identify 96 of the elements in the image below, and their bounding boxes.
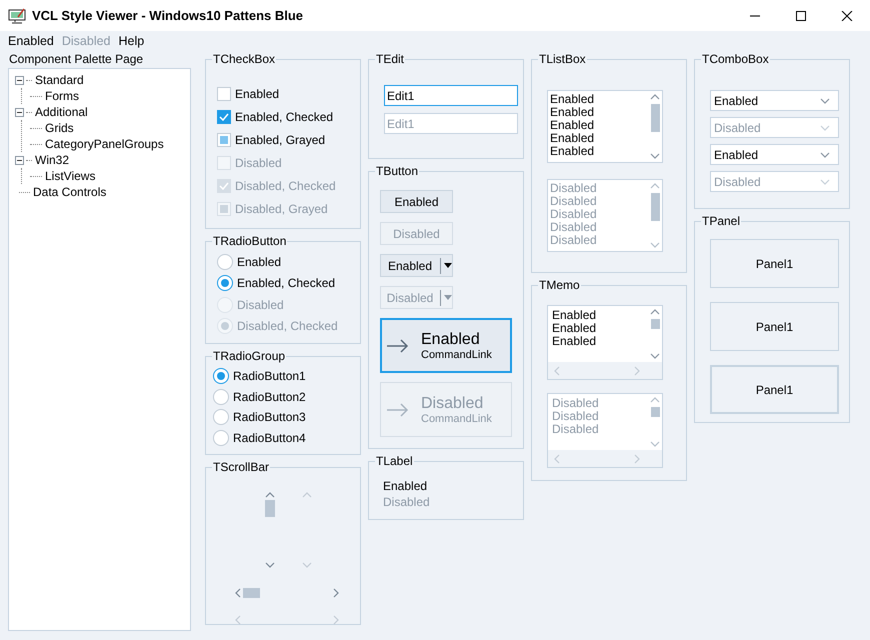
checkbox-square [217, 156, 231, 170]
panel: Panel1 [710, 239, 839, 288]
chevron-left-icon [554, 366, 560, 376]
menu-item[interactable]: Help [114, 34, 148, 48]
checkbox[interactable]: Enabled [217, 82, 350, 105]
tree-item[interactable]: Win32 [34, 153, 70, 167]
list-item[interactable]: Enabled [550, 106, 648, 119]
chevron-right-icon [333, 588, 339, 598]
collapse-icon[interactable] [15, 156, 24, 164]
list-item[interactable]: Enabled [550, 119, 648, 132]
group-title: TCheckBox [212, 53, 276, 66]
split-button[interactable]: Enabled [380, 254, 453, 277]
list-item[interactable]: Enabled [550, 93, 648, 106]
chevron-down-icon [820, 124, 830, 130]
memo-line: Enabled [552, 322, 598, 335]
list-item[interactable]: Enabled [550, 145, 648, 158]
text-field[interactable]: Edit1 [384, 85, 518, 106]
panel: Panel1 [710, 302, 839, 351]
scroll-thumb[interactable] [650, 104, 660, 132]
chevron-down-icon [820, 178, 830, 184]
list-box[interactable]: Enabled Enabled Enabled Enabled Enabled [547, 90, 663, 163]
chevron-left-icon [554, 454, 560, 464]
combo-box[interactable]: Enabled [710, 90, 839, 111]
caret-icon [444, 295, 452, 300]
chevron-left-icon [235, 588, 241, 598]
checkbox[interactable]: Enabled, Checked [217, 105, 350, 128]
label-text: Enabled [383, 479, 428, 493]
chevron-down-icon [650, 441, 660, 447]
group-title: TLabel [375, 455, 414, 468]
chevron-up-icon [650, 94, 660, 100]
label-text: Disabled [383, 495, 431, 509]
arrow-right-icon [387, 338, 409, 352]
scroll-thumb[interactable] [243, 588, 260, 598]
radio-button[interactable]: RadioButton2 [213, 386, 350, 407]
group-title: TEdit [375, 53, 406, 66]
arrow-right-icon [387, 402, 409, 416]
chevron-down-icon [820, 152, 830, 158]
tree-item[interactable]: Forms [44, 89, 80, 103]
push-button[interactable]: Enabled [380, 190, 453, 213]
tree-item[interactable]: ListViews [44, 169, 96, 183]
menu-item[interactable]: Enabled [4, 34, 58, 48]
chevron-up-icon [650, 309, 660, 315]
close-icon[interactable] [841, 10, 853, 20]
group-title: TComboBox [701, 53, 770, 66]
group-title: TRadioButton [212, 235, 288, 248]
collapse-icon[interactable] [15, 108, 24, 116]
chevron-up-icon [302, 492, 312, 498]
tree-item[interactable]: Grids [44, 121, 75, 135]
radio-button[interactable]: RadioButton1 [213, 366, 350, 386]
memo-line: Disabled [552, 423, 600, 436]
memo-line: Disabled [552, 397, 600, 410]
tree-item[interactable]: Standard [34, 73, 85, 87]
radio-button[interactable]: RadioButton3 [213, 407, 350, 428]
scroll-thumb[interactable] [650, 319, 660, 329]
panel: Panel1 [710, 365, 839, 414]
chevron-up-icon [650, 397, 660, 403]
caret-icon [444, 263, 452, 268]
collapse-icon[interactable] [15, 76, 24, 84]
group-title: TPanel [701, 215, 742, 228]
chevron-down-icon [650, 242, 660, 248]
chevron-right-icon [634, 366, 640, 376]
chevron-up-icon [265, 492, 275, 498]
scroll-bar[interactable] [233, 586, 341, 600]
memo-box[interactable]: Enabled Enabled Enabled [547, 305, 663, 380]
group-title: TMemo [538, 279, 581, 292]
window-title: VCL Style Viewer - Windows10 Pattens Blue [32, 8, 304, 23]
group-title: TRadioGroup [212, 350, 286, 363]
radio-button[interactable]: Enabled, Checked [217, 272, 350, 294]
chevron-right-icon [634, 454, 640, 464]
palette-label: Component Palette Page [8, 51, 144, 68]
tree-item[interactable]: Additional [34, 105, 89, 119]
scroll-thumb[interactable] [265, 500, 275, 517]
radio-button[interactable]: Enabled [217, 251, 350, 272]
chevron-up-icon [650, 183, 660, 189]
group-title: TScrollBar [212, 461, 270, 474]
memo-line: Disabled [552, 410, 600, 423]
checkbox[interactable]: Enabled, Grayed [217, 128, 350, 151]
scroll-bar[interactable] [263, 490, 277, 570]
chevron-down-icon [650, 153, 660, 159]
tree-item[interactable]: CategoryPanelGroups [44, 137, 165, 151]
radio-button[interactable]: RadioButton4 [213, 428, 350, 448]
app-icon [8, 8, 26, 24]
chevron-down-icon [302, 562, 312, 568]
group-title: TListBox [538, 53, 587, 66]
chevron-down-icon [265, 562, 275, 568]
list-item[interactable]: Enabled [550, 132, 648, 145]
maximize-icon[interactable] [795, 10, 807, 20]
group-title: TButton [375, 165, 420, 178]
tree-item[interactable]: Data Controls [32, 185, 108, 199]
combo-box[interactable]: Enabled [710, 144, 839, 165]
chevron-down-icon [650, 353, 660, 359]
memo-line: Enabled [552, 335, 598, 348]
memo-line: Enabled [552, 309, 598, 322]
chevron-down-icon [820, 98, 830, 104]
checkbox-square [217, 86, 231, 100]
command-link[interactable]: Enabled CommandLink [380, 318, 512, 373]
